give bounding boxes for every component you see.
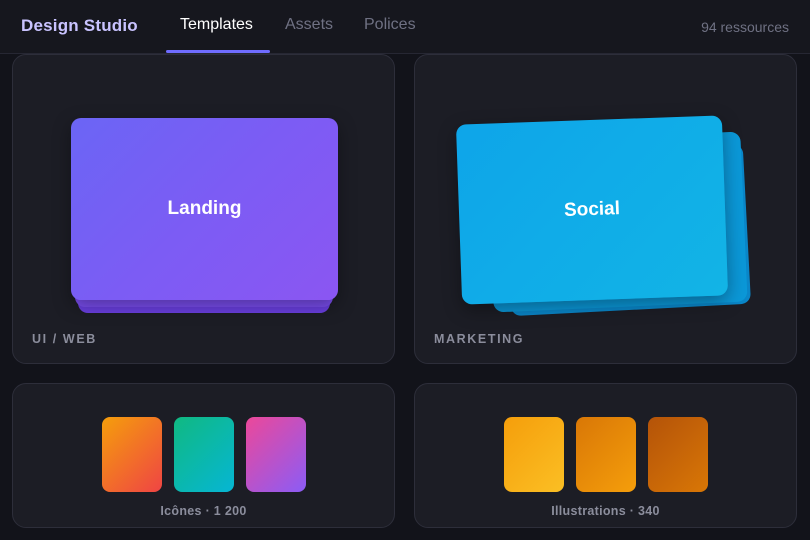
- illustration-swatch-yellow: [504, 417, 564, 492]
- icons-count-label: Icônes · 1 200: [160, 504, 247, 518]
- illustration-swatch-brown: [648, 417, 708, 492]
- social-preview-title: Social: [563, 198, 621, 221]
- tab-templates[interactable]: Templates: [180, 16, 253, 34]
- asset-card-icons[interactable]: Icônes · 1 200: [12, 383, 395, 528]
- template-card-marketing[interactable]: Social MARKETING: [414, 54, 797, 364]
- illustration-swatch-amber: [576, 417, 636, 492]
- social-preview: Social: [455, 115, 729, 305]
- landing-preview-title: Landing: [167, 198, 242, 219]
- landing-preview: Landing: [71, 118, 338, 300]
- tab-polices[interactable]: Polices: [364, 16, 416, 34]
- category-label-marketing: MARKETING: [434, 332, 525, 346]
- top-navigation-bar: Design Studio Templates Assets Polices 9…: [0, 0, 810, 54]
- template-card-ui-web[interactable]: Landing UI / WEB: [12, 54, 395, 364]
- resource-count: 94 ressources: [701, 19, 789, 35]
- asset-card-illustrations[interactable]: Illustrations · 340: [414, 383, 797, 528]
- active-tab-indicator: [166, 50, 270, 53]
- illustrations-count-label: Illustrations · 340: [551, 504, 660, 518]
- icon-swatch-teal: [174, 417, 234, 492]
- icon-swatch-orange: [102, 417, 162, 492]
- category-label-ui-web: UI / WEB: [32, 332, 97, 346]
- tab-assets[interactable]: Assets: [285, 16, 333, 34]
- icon-swatch-pink: [246, 417, 306, 492]
- app-brand[interactable]: Design Studio: [21, 16, 138, 36]
